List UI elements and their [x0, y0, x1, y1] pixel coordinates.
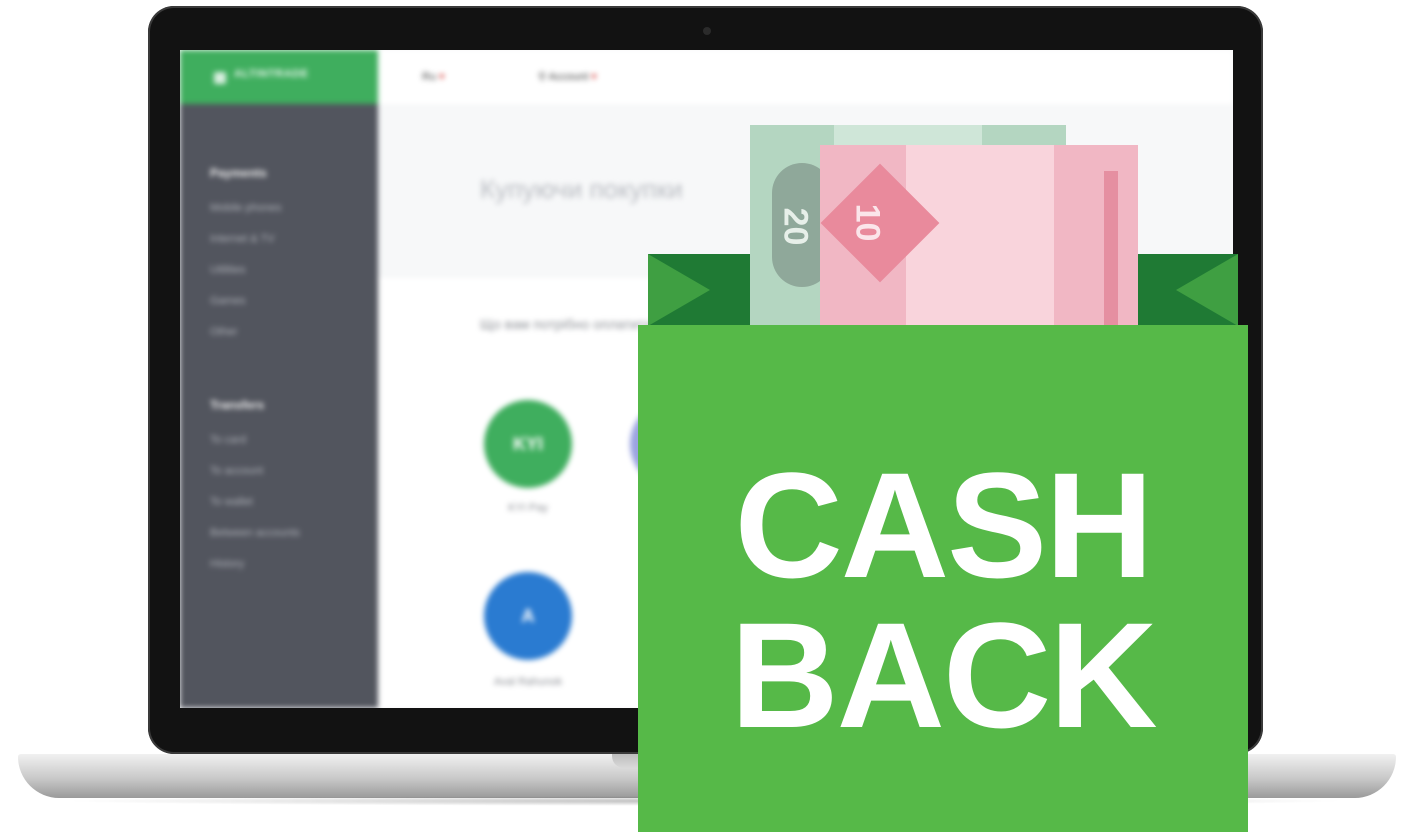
sidebar-item[interactable]: History	[210, 558, 244, 570]
chevron-down-icon: ▾	[591, 71, 597, 83]
envelope-flap-left	[648, 254, 710, 326]
cashback-title-line1: CASH	[734, 441, 1153, 609]
sidebar-heading-payments: Payments	[210, 166, 267, 180]
sidebar-item[interactable]: To account	[210, 465, 263, 477]
banknote-band	[1054, 145, 1138, 335]
sidebar-item[interactable]: To wallet	[210, 496, 253, 508]
cashback-title-line2: BACK	[730, 591, 1157, 759]
content-subtitle: Що вам потрібно оплатити?	[480, 316, 661, 332]
brand-name: ALTINTRADE	[234, 68, 309, 80]
logo-icon	[214, 72, 226, 84]
language-label: Ru	[422, 71, 437, 83]
envelope-flap-right	[1176, 254, 1238, 326]
user-menu[interactable]: ⚲ Account ▾	[538, 70, 597, 83]
sidebar-heading-transfers: Transfers	[210, 398, 265, 412]
banknote-stripe	[1104, 171, 1118, 335]
sidebar-item[interactable]: Games	[210, 295, 245, 307]
sidebar: ALTINTRADE Payments Mobile phones Intern…	[180, 50, 378, 708]
sidebar-item[interactable]: Internet & TV	[210, 233, 275, 245]
sidebar-item[interactable]: To card	[210, 434, 246, 446]
sidebar-item[interactable]: Other	[210, 326, 238, 338]
sidebar-item[interactable]: Utilities	[210, 264, 245, 276]
brand-bar[interactable]: ALTINTRADE	[180, 50, 378, 104]
banknote-value: 20	[776, 207, 815, 246]
banknote-10: 10	[820, 145, 1138, 335]
user-label: Account	[548, 71, 589, 83]
chevron-down-icon: ▾	[439, 71, 445, 83]
sidebar-item[interactable]: Between accounts	[210, 527, 300, 539]
service-label: KYI	[512, 434, 543, 454]
service-button-aval[interactable]: A	[484, 572, 572, 660]
top-bar: Ru ▾ ⚲ Account ▾	[378, 50, 1233, 104]
camera-icon	[703, 27, 711, 35]
service-button-kyi[interactable]: KYI	[484, 400, 572, 488]
sidebar-item[interactable]: Mobile phones	[210, 202, 282, 214]
service-label: A	[521, 606, 535, 626]
service-caption: KYI Pay	[508, 502, 548, 514]
language-selector[interactable]: Ru ▾	[422, 70, 445, 83]
banknote-value: 10	[848, 203, 887, 242]
service-caption: Aval Rahunok	[493, 676, 563, 688]
page-title: Купуючи покупки	[480, 174, 683, 204]
user-icon: ⚲	[538, 71, 549, 83]
